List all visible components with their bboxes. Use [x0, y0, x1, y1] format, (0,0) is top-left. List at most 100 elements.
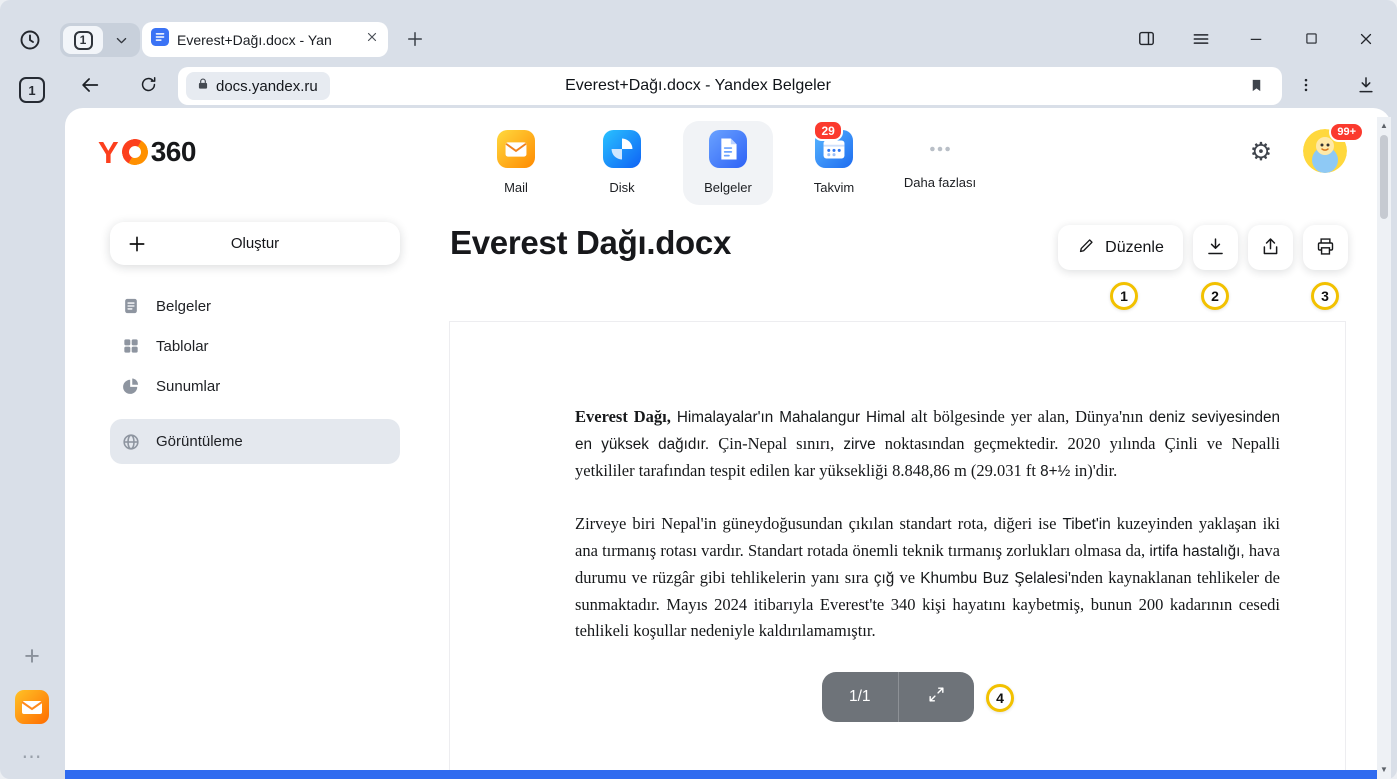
close-window-button[interactable] [1349, 23, 1383, 57]
panel-tab-count-badge[interactable]: 1 [19, 77, 45, 103]
create-label: Oluştur [231, 235, 279, 252]
more-dots-icon [921, 130, 959, 168]
active-tab[interactable]: Everest+Dağı.docx - Yan [142, 22, 388, 57]
reload-button[interactable] [132, 70, 164, 102]
service-label: Belgeler [704, 180, 752, 195]
download-action-icon [1205, 236, 1226, 260]
downloads-button[interactable] [1350, 70, 1382, 102]
sidebar-item-label: Tablolar [156, 338, 209, 355]
services-nav: Mail Disk Belgeler 29 Takvim Daha fazlas… [471, 121, 985, 205]
share-button[interactable] [1248, 225, 1293, 270]
y360-logo[interactable]: Y 360 [98, 132, 196, 172]
document-text: Everest Dağı, Himalayalar'ın Mahalangur … [575, 404, 1280, 670]
side-panel-toggle[interactable] [1129, 23, 1163, 57]
scroll-up-icon[interactable]: ▲ [1377, 122, 1391, 130]
print-button[interactable] [1303, 225, 1348, 270]
service-disk[interactable]: Disk [577, 121, 667, 205]
document-paragraph: Zirveye biri Nepal'in güneydoğusundan çı… [575, 511, 1280, 644]
annotation-badge-2: 2 [1201, 282, 1229, 310]
tab-group-counter[interactable]: 1 [60, 23, 140, 57]
sidebar-item-label: Görüntüleme [156, 433, 243, 450]
sidebar-item-label: Sunumlar [156, 378, 220, 395]
calendar-badge: 29 [813, 120, 843, 141]
sidebar-item-docs[interactable]: Belgeler [110, 286, 400, 326]
edit-button[interactable]: Düzenle [1058, 225, 1183, 270]
pencil-icon [1077, 236, 1096, 260]
download-icon [1356, 75, 1376, 98]
logo-y-glyph: Y [98, 137, 119, 168]
notification-badge: 99+ [1329, 122, 1364, 142]
download-button[interactable] [1193, 225, 1238, 270]
globe-icon [121, 432, 141, 452]
chevron-down-icon[interactable] [103, 33, 140, 48]
service-calendar[interactable]: 29 Takvim [789, 121, 879, 205]
document-paragraph: Everest Dağı, Himalayalar'ın Mahalangur … [575, 404, 1280, 485]
service-mail[interactable]: Mail [471, 121, 561, 205]
service-more[interactable]: Daha fazlası [895, 121, 985, 205]
edit-label: Düzenle [1105, 239, 1164, 257]
disk-service-icon [603, 130, 641, 173]
menu-button[interactable] [1184, 23, 1218, 57]
print-action-icon [1315, 236, 1336, 260]
clock-icon [18, 28, 42, 55]
address-bar[interactable]: docs.yandex.ru Everest+Dağı.docx - Yande… [178, 67, 1282, 105]
yandex-mail-icon[interactable] [15, 690, 49, 724]
minimize-button[interactable] [1239, 23, 1273, 57]
service-label: Mail [504, 180, 528, 195]
back-button[interactable] [74, 70, 106, 102]
maximize-button[interactable] [1294, 23, 1328, 57]
service-label: Takvim [814, 180, 854, 195]
minimize-icon [1247, 30, 1265, 51]
history-clock-button[interactable] [14, 25, 46, 57]
document-icon [121, 296, 141, 316]
page-content: Y 360 Mail Disk Belgeler 29 T [65, 108, 1391, 779]
sidebar-item-viewing[interactable]: Görüntüleme [110, 419, 400, 464]
fullscreen-button[interactable] [898, 672, 975, 722]
scrollbar[interactable]: ▲ ▼ [1377, 117, 1391, 779]
back-icon [79, 74, 101, 99]
service-label: Daha fazlası [904, 175, 976, 190]
pie-chart-icon [121, 376, 141, 396]
create-button[interactable]: Oluştur [110, 222, 400, 265]
page-indicator-pill: 1/1 [822, 672, 974, 722]
close-tab-icon[interactable] [365, 30, 379, 49]
bookmark-flag-icon[interactable] [1249, 76, 1264, 100]
sidebar-item-presentations[interactable]: Sunumlar [110, 366, 400, 406]
panel-more-button[interactable]: ⋯ [18, 742, 46, 770]
plus-icon [127, 234, 147, 254]
tab-title: Everest+Dağı.docx - Yan [177, 32, 357, 48]
share-action-icon [1260, 236, 1281, 260]
logo-360-text: 360 [151, 138, 196, 166]
annotation-badge-3: 3 [1311, 282, 1339, 310]
plus-icon [405, 29, 425, 52]
annotation-badge-1: 1 [1110, 282, 1138, 310]
service-docs[interactable]: Belgeler [683, 121, 773, 205]
footer-strip [65, 770, 1377, 779]
new-tab-button[interactable] [401, 26, 429, 54]
scrollbar-thumb[interactable] [1380, 135, 1388, 219]
browser-window: 1 Everest+Dağı.docx - Yan docs.yande [0, 0, 1397, 779]
docs-favicon-icon [151, 28, 169, 51]
sidebar-item-tables[interactable]: Tablolar [110, 326, 400, 366]
reload-icon [139, 75, 158, 97]
document-title: Everest Dağı.docx [450, 224, 731, 262]
kebab-menu-icon [1297, 76, 1315, 97]
scroll-down-icon[interactable]: ▼ [1377, 766, 1391, 774]
page-menu-button[interactable] [1290, 70, 1322, 102]
sidebar-item-label: Belgeler [156, 298, 211, 315]
avatar[interactable]: 99+ [1303, 129, 1347, 173]
page-indicator: 1/1 [822, 672, 898, 722]
maximize-icon [1303, 30, 1320, 50]
table-grid-icon [121, 336, 141, 356]
page-title: Everest+Dağı.docx - Yandex Belgeler [178, 67, 1218, 105]
settings-gear-icon[interactable]: ⚙ [1243, 134, 1279, 170]
service-label: Disk [609, 180, 634, 195]
window-controls [1129, 23, 1383, 57]
mail-service-icon [497, 130, 535, 173]
close-icon [1357, 30, 1375, 51]
menu-icon [1191, 29, 1211, 52]
expand-icon [927, 685, 946, 709]
panel-add-button[interactable]: + [18, 642, 46, 670]
calendar-service-icon: 29 [815, 130, 853, 173]
tab-count-chip: 1 [63, 26, 103, 54]
